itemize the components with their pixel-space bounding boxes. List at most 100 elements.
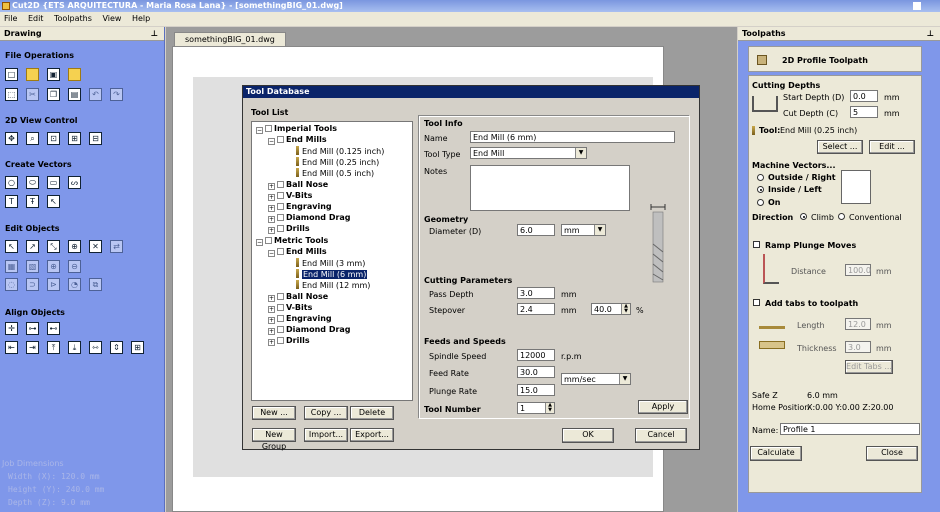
delete-node-icon[interactable]: ✕ xyxy=(89,240,102,253)
pin-icon[interactable]: ⊥ xyxy=(927,27,934,41)
menu-file[interactable]: File xyxy=(0,12,21,26)
distance-input[interactable]: 100.0 xyxy=(845,264,871,276)
add-node-icon[interactable]: ⊕ xyxy=(68,240,81,253)
transform-icon[interactable]: ⤡ xyxy=(47,240,60,253)
distribute-v-icon[interactable]: ⇕ xyxy=(110,341,123,354)
select-tool-button[interactable]: Select ... xyxy=(817,140,863,154)
center-in-material-icon[interactable]: ⊞ xyxy=(131,341,144,354)
tree-metric-diamond-drag[interactable]: + Diamond Drag xyxy=(268,325,351,335)
close-window-icon[interactable] xyxy=(913,2,921,10)
tree-imperial-v-bits[interactable]: + V-Bits xyxy=(268,191,312,201)
text-icon[interactable]: T xyxy=(5,195,18,208)
tree-imperial-end-mills[interactable]: − End Mills xyxy=(268,135,327,145)
zoom-window-icon[interactable]: ⊟ xyxy=(89,132,102,145)
inside-left-radio[interactable] xyxy=(757,186,764,193)
tree-imperial-diamond-drag[interactable]: + Diamond Drag xyxy=(268,213,351,223)
ramp-checkbox[interactable] xyxy=(753,241,760,248)
pin-icon[interactable]: ⊥ xyxy=(151,27,158,41)
subtract-icon[interactable]: ⊖ xyxy=(68,260,81,273)
climb-radio[interactable] xyxy=(800,213,807,220)
rate-unit-select[interactable]: mm/sec ▼ xyxy=(561,373,631,385)
node-select-icon[interactable]: ↗ xyxy=(26,240,39,253)
stepover-input[interactable]: 2.4 xyxy=(517,303,555,315)
tree-metric-tools[interactable]: − Metric Tools xyxy=(256,236,328,246)
align-vertical-center-icon[interactable]: ⊷ xyxy=(47,322,60,335)
zoom-selected-icon[interactable]: ⊞ xyxy=(68,132,81,145)
tree-imperial-ball-nose[interactable]: + Ball Nose xyxy=(268,180,328,190)
notes-textarea[interactable] xyxy=(470,165,630,211)
tree-imperial-engraving[interactable]: + Engraving xyxy=(268,202,332,212)
align-horizontal-center-icon[interactable]: ⊶ xyxy=(26,322,39,335)
zoom-icon[interactable]: ⌕ xyxy=(26,132,39,145)
tool-type-select[interactable]: End Mill ▼ xyxy=(470,147,587,159)
align-center-icon[interactable]: ✛ xyxy=(5,322,18,335)
offset-icon[interactable]: ◌ xyxy=(5,278,18,291)
diameter-input[interactable]: 6.0 xyxy=(517,224,555,236)
tool-name-input[interactable]: End Mill (6 mm) xyxy=(470,131,675,143)
open-folder-icon[interactable] xyxy=(26,68,39,81)
stepover-percent-input[interactable]: 40.0 ▲ ▼ xyxy=(591,303,631,315)
ungroup-icon[interactable]: ▧ xyxy=(26,260,39,273)
tree-metric-v-bits[interactable]: + V-Bits xyxy=(268,303,312,313)
outside-right-radio[interactable] xyxy=(757,174,764,181)
rectangle-icon[interactable]: ▭ xyxy=(47,176,60,189)
tree-im-end-mill-0125[interactable]: End Mill (0.125 inch) xyxy=(296,146,384,157)
start-depth-input[interactable]: 0.0 xyxy=(850,90,878,102)
new-group-button[interactable]: New Group xyxy=(252,428,296,451)
close-button[interactable]: Close xyxy=(866,446,918,461)
text-box-icon[interactable]: Ŧ xyxy=(26,195,39,208)
circle-icon[interactable]: ○ xyxy=(5,176,18,189)
ok-button[interactable]: OK xyxy=(562,428,614,443)
zoom-all-icon[interactable]: ⊡ xyxy=(47,132,60,145)
new-tool-button[interactable]: New ... xyxy=(252,406,296,420)
toolpath-name-input[interactable]: Profile 1 xyxy=(780,423,920,435)
group-icon[interactable]: ▦ xyxy=(5,260,18,273)
select-icon[interactable]: ↖ xyxy=(5,240,18,253)
fillet-icon[interactable]: ◔ xyxy=(68,278,81,291)
align-right-icon[interactable]: ⇥ xyxy=(26,341,39,354)
conventional-radio[interactable] xyxy=(838,213,845,220)
tabs-checkbox[interactable] xyxy=(753,299,760,306)
mirror-icon[interactable]: ⊃ xyxy=(26,278,39,291)
import-button[interactable]: Import... xyxy=(304,428,348,442)
pan-icon[interactable]: ✥ xyxy=(5,132,18,145)
apply-button[interactable]: Apply xyxy=(638,400,688,414)
distribute-h-icon[interactable]: ⇿ xyxy=(89,341,102,354)
tree-im-end-mill-05[interactable]: End Mill (0.5 inch) xyxy=(296,168,374,179)
align-left-icon[interactable]: ⇤ xyxy=(5,341,18,354)
save-icon[interactable]: ▣ xyxy=(47,68,60,81)
align-top-icon[interactable]: ⤒ xyxy=(47,341,60,354)
on-radio[interactable] xyxy=(757,199,764,206)
tree-imperial-drills[interactable]: + Drills xyxy=(268,224,310,234)
cut-depth-input[interactable]: 5 xyxy=(850,106,878,118)
trim-icon[interactable]: ⊳ xyxy=(47,278,60,291)
new-file-icon[interactable]: □ xyxy=(5,68,18,81)
paste-icon[interactable]: ▤ xyxy=(68,88,81,101)
delete-tool-button[interactable]: Delete xyxy=(350,406,394,420)
tree-imperial-tools[interactable]: − Imperial Tools xyxy=(256,124,337,134)
weld-icon[interactable]: ⊕ xyxy=(47,260,60,273)
tab-thickness-input[interactable]: 3.0 xyxy=(845,341,871,353)
tree-mm-end-mill-3[interactable]: End Mill (3 mm) xyxy=(296,258,365,269)
menu-toolpaths[interactable]: Toolpaths xyxy=(50,12,96,26)
node-edit-icon[interactable]: ↖ xyxy=(47,195,60,208)
ellipse-icon[interactable]: ⬭ xyxy=(26,176,39,189)
diameter-unit-select[interactable]: mm ▼ xyxy=(561,224,606,236)
array-icon[interactable]: ⧉ xyxy=(89,278,102,291)
menu-help[interactable]: Help xyxy=(128,12,154,26)
spindle-speed-input[interactable]: 12000 xyxy=(517,349,555,361)
align-bottom-icon[interactable]: ⤓ xyxy=(68,341,81,354)
pass-depth-input[interactable]: 3.0 xyxy=(517,287,555,299)
copy-icon[interactable]: ❐ xyxy=(47,88,60,101)
tool-number-input[interactable]: 1 ▲ ▼ xyxy=(517,402,555,414)
menu-edit[interactable]: Edit xyxy=(24,12,48,26)
plunge-rate-input[interactable]: 15.0 xyxy=(517,384,555,396)
tree-metric-end-mills[interactable]: − End Mills xyxy=(268,247,327,257)
spinner-icon[interactable]: ▲ ▼ xyxy=(621,304,630,314)
tree-metric-drills[interactable]: + Drills xyxy=(268,336,310,346)
tool-tree[interactable]: − Imperial Tools − End Mills End Mill (0.1… xyxy=(251,121,413,401)
edit-tabs-button[interactable]: Edit Tabs ... xyxy=(845,360,893,374)
document-tab[interactable]: somethingBIG_01.dwg xyxy=(174,32,286,46)
export-button[interactable]: Export... xyxy=(350,428,394,442)
copy-tool-button[interactable]: Copy ... xyxy=(304,406,348,420)
